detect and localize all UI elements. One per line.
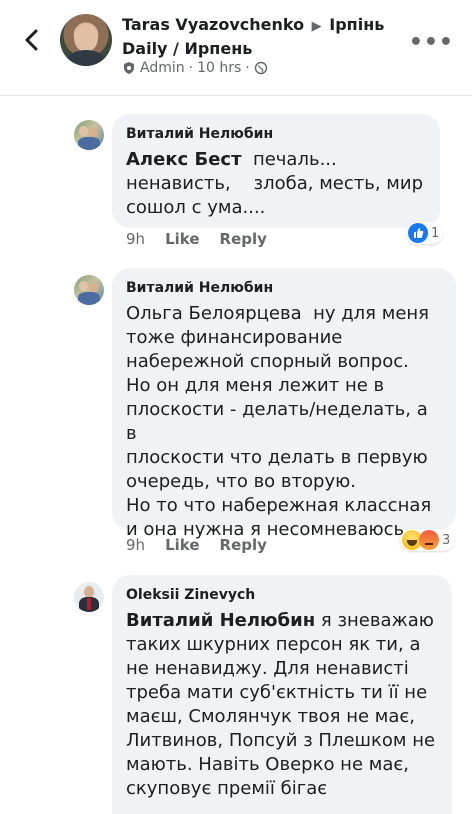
reaction-summary[interactable]: 1	[406, 222, 444, 244]
comment-bubble: Виталий Нелюбин Алекс Бест печаль... нен…	[112, 114, 440, 228]
comment-time[interactable]: 9h	[126, 230, 145, 248]
globe-icon	[254, 61, 267, 75]
post-time[interactable]: 10 hrs	[197, 60, 241, 76]
triangle-right-icon: ▶	[311, 19, 322, 34]
comment-text: Ольга Белоярцева ну для меня тоже финанс…	[126, 302, 442, 542]
comment-body: Ольга Белоярцева ну для меня тоже финанс…	[126, 303, 432, 540]
chevron-left-icon	[25, 29, 38, 51]
mention-link[interactable]: Алекс Бест	[126, 149, 242, 170]
mention-link[interactable]: Виталий Нелюбин	[126, 610, 315, 631]
reaction-summary[interactable]: 3	[400, 529, 455, 551]
dot-separator: ·	[245, 60, 250, 76]
comment-author[interactable]: Oleksii Zinevych	[126, 585, 438, 605]
comment-author[interactable]: Виталий Нелюбин	[126, 278, 442, 298]
like-button[interactable]: Like	[165, 536, 199, 554]
comment-text: Виталий Нелюбин я зневажаю таких шкурних…	[126, 609, 438, 801]
like-icon	[408, 223, 428, 243]
comment-actions: 9h Like Reply	[126, 536, 267, 554]
more-options-icon[interactable]: •••	[409, 30, 454, 55]
commenter-avatar[interactable]	[74, 582, 104, 612]
comment-bubble: Виталий Нелюбин Ольга Белоярцева ну для …	[112, 268, 456, 540]
shield-icon	[124, 62, 134, 74]
comment-body: я зневажаю таких шкурних персон як ти, а…	[126, 610, 436, 799]
post-meta: Admin · 10 hrs ·	[122, 60, 268, 76]
like-button[interactable]: Like	[165, 230, 199, 248]
post-title[interactable]: Taras Vyazovchenko ▶ Ірпінь Daily / Ирпе…	[122, 14, 412, 60]
author-avatar[interactable]	[60, 14, 112, 66]
reaction-count: 1	[431, 225, 440, 241]
comment-bubble: Oleksii Zinevych Виталий Нелюбин я знева…	[112, 575, 452, 814]
commenter-avatar[interactable]	[74, 120, 104, 150]
comment-actions: 9h Like Reply	[126, 230, 267, 248]
comment-text: Алекс Бест печаль... ненависть, злоба, м…	[126, 148, 426, 220]
angry-icon	[419, 530, 439, 550]
post-author-name[interactable]: Taras Vyazovchenko	[122, 15, 304, 34]
comment-author[interactable]: Виталий Нелюбин	[126, 124, 426, 144]
admin-badge: Admin	[140, 60, 185, 76]
reply-button[interactable]: Reply	[220, 230, 267, 248]
back-button[interactable]	[18, 26, 46, 54]
reaction-count: 3	[442, 532, 451, 548]
commenter-avatar[interactable]	[74, 275, 104, 305]
comment-time[interactable]: 9h	[126, 536, 145, 554]
dot-separator: ·	[188, 60, 194, 76]
post-header: Taras Vyazovchenko ▶ Ірпінь Daily / Ирпе…	[0, 0, 472, 96]
reply-button[interactable]: Reply	[220, 536, 267, 554]
